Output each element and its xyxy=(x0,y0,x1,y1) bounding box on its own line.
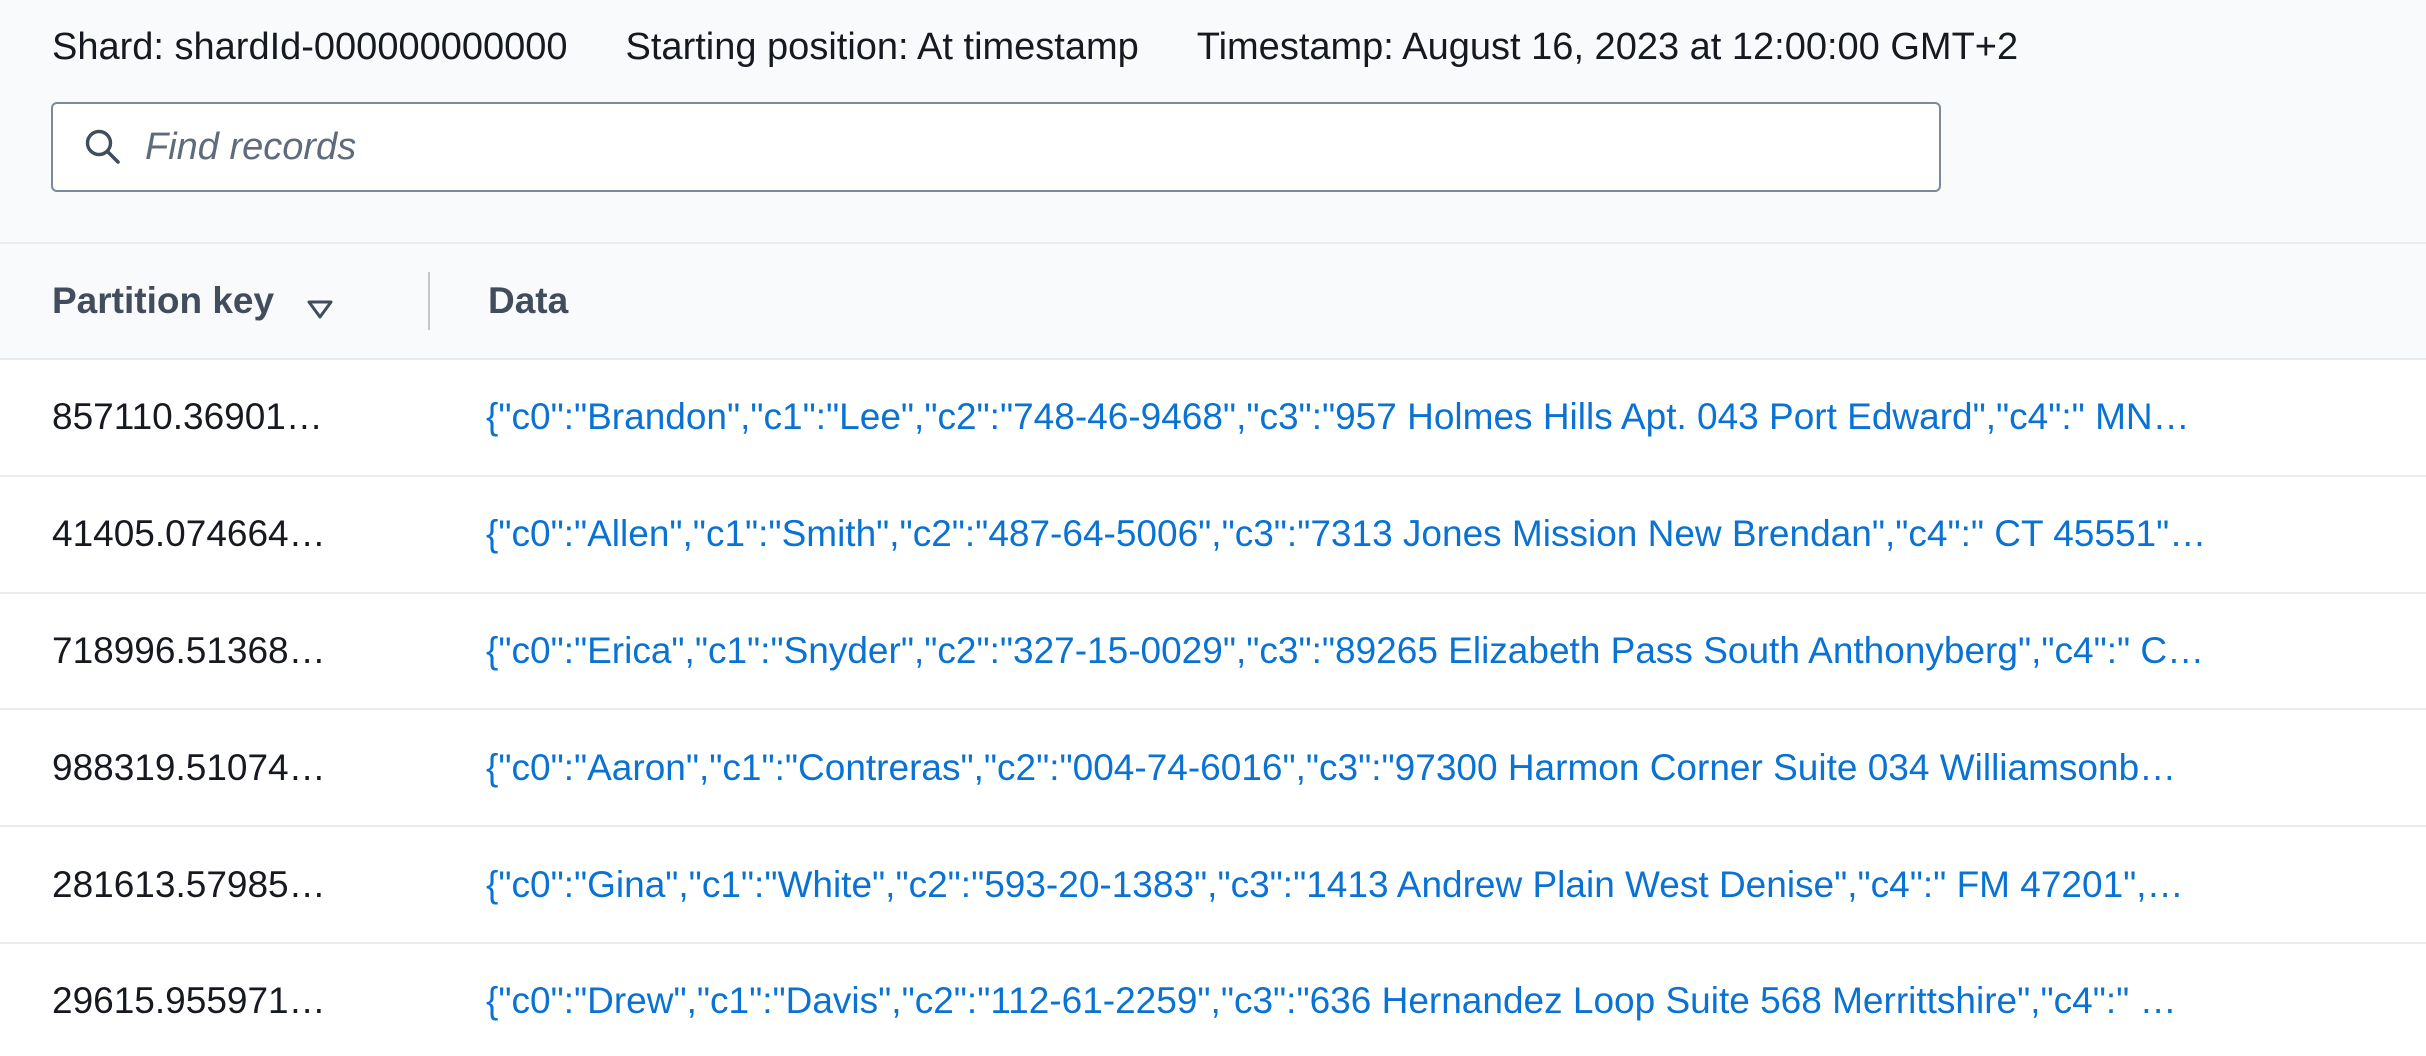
shard-label: Shard: shardId-000000000000 xyxy=(52,25,568,68)
table-row: 281613.57985… {"c0":"Gina","c1":"White",… xyxy=(0,825,2426,942)
column-header-label: Partition key xyxy=(52,280,275,321)
starting-position-label: Starting position: At timestamp xyxy=(625,25,1139,68)
data-link[interactable]: {"c0":"Allen","c1":"Smith","c2":"487-64-… xyxy=(486,513,2408,555)
caret-down-icon[interactable] xyxy=(306,289,334,319)
partition-key-cell: 41405.074664… xyxy=(52,513,326,555)
table-row: 857110.36901… {"c0":"Brandon","c1":"Lee"… xyxy=(0,358,2426,475)
records-table: Partition key Data 857110.36901… {"c0":"… xyxy=(0,242,2426,1056)
column-header-partition-key[interactable]: Partition key xyxy=(0,280,428,322)
shard-info-bar: Shard: shardId-000000000000 Starting pos… xyxy=(52,22,2076,72)
search-input[interactable] xyxy=(145,107,1939,187)
partition-key-cell: 29615.955971… xyxy=(52,980,326,1022)
partition-key-cell: 988319.51074… xyxy=(52,746,326,788)
data-link[interactable]: {"c0":"Aaron","c1":"Contreras","c2":"004… xyxy=(486,747,2408,789)
data-link[interactable]: {"c0":"Drew","c1":"Davis","c2":"112-61-2… xyxy=(486,980,2408,1022)
find-records-search[interactable] xyxy=(51,102,1941,192)
timestamp-label: Timestamp: August 16, 2023 at 12:00:00 G… xyxy=(1196,25,2019,68)
table-row: 988319.51074… {"c0":"Aaron","c1":"Contre… xyxy=(0,708,2426,826)
partition-key-cell: 281613.57985… xyxy=(52,863,326,905)
records-viewer: Shard: shardId-000000000000 Starting pos… xyxy=(0,0,2426,1056)
partition-key-cell: 718996.51368… xyxy=(52,629,326,671)
column-header-label: Data xyxy=(488,280,569,321)
data-link[interactable]: {"c0":"Gina","c1":"White","c2":"593-20-1… xyxy=(486,864,2408,906)
table-row: 41405.074664… {"c0":"Allen","c1":"Smith"… xyxy=(0,474,2426,592)
column-header-data: Data xyxy=(430,280,568,322)
data-link[interactable]: {"c0":"Brandon","c1":"Lee","c2":"748-46-… xyxy=(486,396,2408,438)
table-row: 29615.955971… {"c0":"Drew","c1":"Davis",… xyxy=(0,941,2426,1056)
search-icon xyxy=(81,125,125,169)
table-row: 718996.51368… {"c0":"Erica","c1":"Snyder… xyxy=(0,591,2426,709)
table-header: Partition key Data xyxy=(0,242,2426,358)
partition-key-cell: 857110.36901… xyxy=(52,396,323,438)
data-link[interactable]: {"c0":"Erica","c1":"Snyder","c2":"327-15… xyxy=(486,630,2408,672)
